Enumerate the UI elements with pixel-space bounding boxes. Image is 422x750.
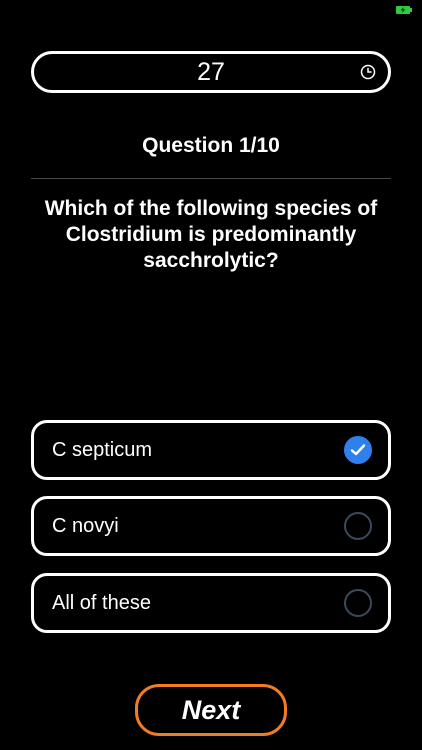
- clock-icon: [360, 64, 376, 80]
- unchecked-radio-icon[interactable]: [344, 512, 372, 540]
- countdown-timer: 27: [31, 51, 391, 93]
- answer-option-label: All of these: [52, 592, 151, 614]
- next-button[interactable]: Next: [135, 684, 287, 736]
- question-counter: Question 1/10: [142, 134, 280, 157]
- timer-value: 27: [197, 58, 225, 86]
- answer-option-2[interactable]: C novyi: [31, 496, 391, 556]
- answer-option-1[interactable]: C septicum: [31, 420, 391, 480]
- status-bar: [0, 0, 422, 22]
- answer-option-3[interactable]: All of these: [31, 573, 391, 633]
- answer-option-label: C septicum: [52, 439, 153, 461]
- battery-charging-icon: [396, 6, 412, 14]
- checked-radio-icon[interactable]: [344, 436, 372, 464]
- answer-option-label: C novyi: [52, 515, 119, 537]
- divider: [31, 178, 391, 179]
- question-text: Which of the following species of Clostr…: [44, 197, 378, 272]
- unchecked-radio-icon[interactable]: [344, 589, 372, 617]
